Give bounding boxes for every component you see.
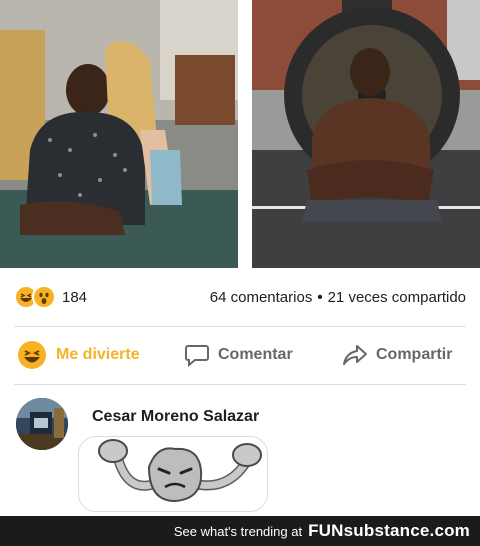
post-stats: 64 comentarios • 21 veces compartido [210, 289, 466, 306]
divider [14, 326, 466, 327]
geodude-sticker[interactable] [78, 436, 268, 512]
wow-emoji-icon [32, 285, 56, 309]
share-arrow-icon [343, 345, 367, 365]
comment-button[interactable]: Comentar [184, 343, 293, 367]
react-button-label: Me divierte [56, 346, 140, 363]
post-image[interactable] [0, 0, 480, 268]
reaction-summary: 184 64 comentarios • 21 veces compartido [0, 268, 480, 326]
shares-count[interactable]: 21 veces compartido [328, 289, 466, 306]
commenter-name[interactable]: Cesar Moreno Salazar [92, 408, 259, 426]
site-footer: See what's trending at FUNsubstance.com [0, 516, 480, 546]
react-button[interactable]: Me divierte [18, 341, 140, 369]
share-button[interactable]: Compartir [342, 343, 452, 367]
avatar[interactable] [16, 398, 68, 450]
haha-emoji-icon [18, 341, 46, 369]
reaction-count[interactable]: 184 [62, 289, 87, 306]
comment: Cesar Moreno Salazar [0, 384, 480, 516]
post-photo-right[interactable] [252, 0, 480, 268]
comments-count[interactable]: 64 comentarios [210, 289, 313, 306]
post-actions: Me divierte Comentar Compartir [0, 328, 480, 382]
share-button-label: Compartir [376, 346, 453, 363]
footer-trending-text: See what's trending at [173, 523, 303, 539]
comment-button-label: Comentar [218, 346, 293, 363]
post-photo-left[interactable] [0, 0, 238, 268]
stats-separator: • [317, 288, 323, 306]
footer-brand-logo[interactable]: FUNsubstance.com [308, 521, 470, 541]
reaction-icons[interactable] [14, 285, 56, 309]
comment-bubble-icon [185, 345, 209, 367]
